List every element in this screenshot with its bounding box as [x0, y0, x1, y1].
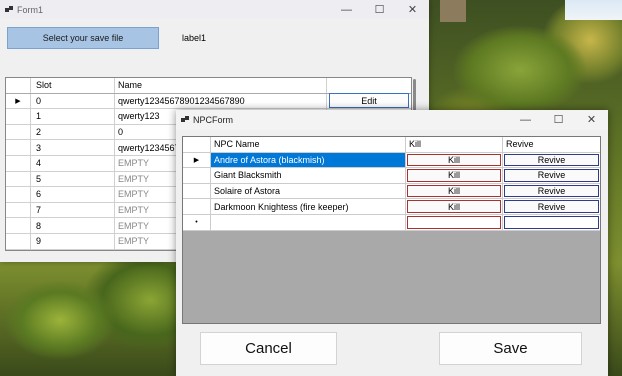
revive-cell: Revive [503, 199, 600, 214]
kill-cell: Kill [406, 152, 503, 168]
kill-cell: Kill [406, 183, 503, 199]
slot-cell[interactable]: 5 [31, 171, 115, 187]
revive-button[interactable] [504, 215, 599, 229]
kill-cell: Kill [406, 168, 503, 183]
revive-cell [503, 215, 600, 230]
row-indicator [6, 155, 31, 171]
slot-cell[interactable]: 7 [31, 202, 115, 218]
wallpaper-castle [440, 0, 466, 22]
slot-cell[interactable]: 9 [31, 233, 115, 249]
column-header-kill[interactable]: Kill [406, 137, 503, 152]
revive-button[interactable]: Revive [504, 200, 599, 213]
column-header-action[interactable] [327, 78, 411, 93]
slot-cell[interactable]: 3 [31, 140, 115, 155]
save-button[interactable]: Save [439, 332, 582, 365]
table-row[interactable]: Darkmoon Knightess (fire keeper) Kill Re… [183, 199, 600, 215]
revive-cell: Revive [503, 168, 600, 183]
form1-title: Form1 [17, 4, 44, 15]
npc-name-cell[interactable]: Solaire of Astora [211, 183, 406, 199]
column-header-revive[interactable]: Revive [503, 137, 600, 152]
current-row-indicator-icon: ▶ [6, 93, 31, 109]
npc-form-titlebar[interactable]: NPCForm — ☐ ✕ [176, 110, 608, 130]
slot-cell[interactable]: 8 [31, 218, 115, 233]
column-header-npc-name[interactable]: NPC Name [211, 137, 406, 152]
form1-titlebar[interactable]: Form1 — ☐ ✕ [0, 0, 429, 19]
close-icon[interactable]: ✕ [575, 110, 608, 129]
row-indicator [6, 124, 31, 140]
action-cell: Edit [327, 93, 411, 109]
table-row[interactable]: Solaire of Astora Kill Revive [183, 183, 600, 200]
grid-header-row: Slot Name [6, 78, 411, 94]
row-indicator [6, 233, 31, 249]
kill-button[interactable]: Kill [407, 169, 501, 182]
npc-name-cell[interactable]: Darkmoon Knightess (fire keeper) [211, 199, 406, 214]
table-row[interactable]: ▶ 0 qwerty12345678901234567890 Edit [6, 93, 411, 110]
row-indicator [6, 202, 31, 218]
slot-cell[interactable]: 6 [31, 187, 115, 202]
edit-button[interactable]: Edit [329, 93, 409, 109]
npc-name-cell[interactable] [211, 214, 406, 230]
current-row-indicator-icon: ▶ [183, 152, 211, 168]
kill-cell: Kill [406, 199, 503, 214]
kill-button[interactable]: Kill [407, 200, 501, 213]
column-header-slot[interactable]: Slot [31, 78, 115, 93]
row-indicator [183, 199, 211, 214]
table-row[interactable]: ▶ Andre of Astora (blackmish) Kill Reviv… [183, 152, 600, 169]
revive-cell: Revive [503, 153, 600, 168]
row-indicator [183, 168, 211, 183]
slot-cell[interactable]: 2 [31, 124, 115, 140]
table-row[interactable]: Giant Blacksmith Kill Revive [183, 168, 600, 184]
maximize-icon[interactable]: ☐ [542, 110, 575, 129]
minimize-icon[interactable]: — [509, 110, 542, 129]
npc-form-window: NPCForm — ☐ ✕ NPC Name Kill Revive ▶ And… [176, 110, 608, 376]
name-cell[interactable]: qwerty12345678901234567890 [115, 93, 327, 109]
cancel-button[interactable]: Cancel [200, 332, 337, 365]
kill-button[interactable] [407, 215, 501, 229]
row-indicator [6, 140, 31, 155]
npc-form-title: NPCForm [193, 115, 233, 125]
close-icon[interactable]: ✕ [396, 0, 429, 19]
select-save-file-button[interactable]: Select your save file [7, 27, 159, 49]
npc-name-cell[interactable]: Giant Blacksmith [211, 168, 406, 183]
row-indicator [6, 218, 31, 233]
row-indicator [6, 171, 31, 187]
revive-button[interactable]: Revive [504, 184, 599, 198]
status-label: label1 [182, 33, 207, 43]
form1-window-controls: — ☐ ✕ [330, 0, 429, 19]
app-icon [5, 5, 13, 14]
revive-button[interactable]: Revive [504, 153, 599, 167]
new-row[interactable]: • [183, 214, 600, 231]
row-indicator [183, 183, 211, 199]
slot-cell[interactable]: 4 [31, 155, 115, 171]
npc-form-window-controls: — ☐ ✕ [509, 110, 608, 129]
revive-button[interactable]: Revive [504, 169, 599, 182]
row-indicator [6, 187, 31, 202]
revive-cell: Revive [503, 184, 600, 199]
kill-cell [406, 214, 503, 230]
column-header-name[interactable]: Name [115, 78, 327, 93]
kill-button[interactable]: Kill [407, 184, 501, 198]
row-header-corner [6, 78, 31, 93]
row-header-corner [183, 137, 211, 152]
new-row-indicator-icon: • [183, 214, 211, 230]
grid-header-row: NPC Name Kill Revive [183, 137, 600, 153]
minimize-icon[interactable]: — [330, 0, 363, 19]
row-indicator [6, 109, 31, 124]
slot-cell[interactable]: 1 [31, 109, 115, 124]
npc-name-cell[interactable]: Andre of Astora (blackmish) [211, 152, 406, 168]
wallpaper-sky [565, 0, 622, 20]
app-icon [181, 116, 189, 124]
maximize-icon[interactable]: ☐ [363, 0, 396, 19]
slot-cell[interactable]: 0 [31, 93, 115, 109]
kill-button[interactable]: Kill [407, 153, 501, 167]
npc-grid: NPC Name Kill Revive ▶ Andre of Astora (… [182, 136, 601, 324]
